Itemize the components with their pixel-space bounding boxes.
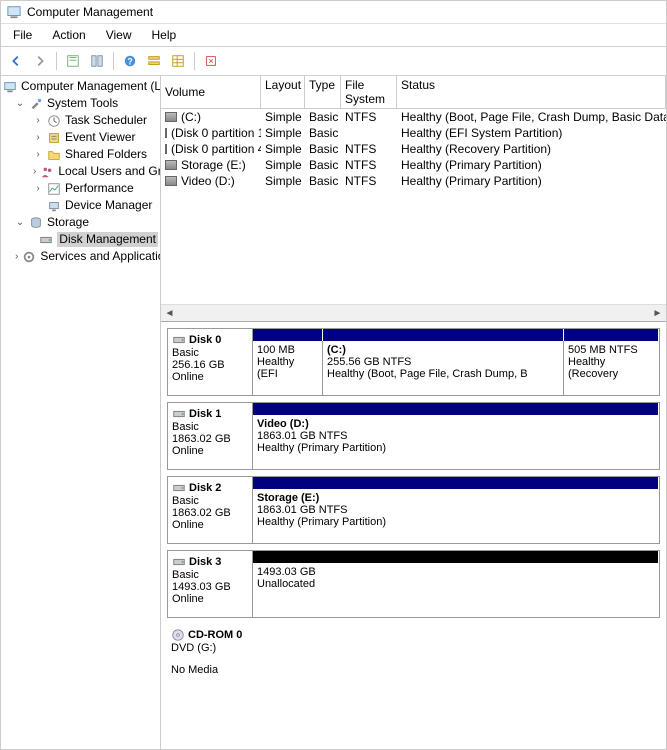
volume-row[interactable]: Storage (E:) Simple Basic NTFS Healthy (… bbox=[161, 157, 666, 173]
cdrom-status: No Media bbox=[171, 664, 656, 676]
action-button[interactable] bbox=[200, 50, 222, 72]
forward-button[interactable] bbox=[29, 50, 51, 72]
disk-icon bbox=[172, 333, 186, 347]
svg-text:?: ? bbox=[127, 57, 132, 67]
disk-info: Disk 3 Basic1493.03 GBOnline bbox=[168, 551, 253, 617]
volume-list[interactable]: Volume Layout Type File System Status (C… bbox=[161, 76, 666, 321]
services-icon bbox=[22, 250, 36, 264]
partition[interactable]: Video (D:)1863.01 GB NTFSHealthy (Primar… bbox=[253, 415, 659, 469]
properties-button[interactable] bbox=[86, 50, 108, 72]
expand-icon[interactable]: › bbox=[33, 113, 43, 128]
folder-icon bbox=[47, 148, 61, 162]
event-icon bbox=[47, 131, 61, 145]
disk-icon bbox=[39, 233, 53, 247]
device-icon bbox=[47, 199, 61, 213]
tree-services[interactable]: › Services and Applications bbox=[1, 248, 160, 265]
col-type[interactable]: Type bbox=[305, 76, 341, 108]
partition[interactable]: 100 MBHealthy (EFI bbox=[253, 341, 323, 395]
expand-icon[interactable]: ⌄ bbox=[15, 96, 25, 111]
tree-performance[interactable]: ›Performance bbox=[1, 180, 160, 197]
nav-tree[interactable]: Computer Management (Local ⌄ System Tool… bbox=[1, 76, 161, 750]
tree-system-tools[interactable]: ⌄ System Tools bbox=[1, 95, 160, 112]
volume-list-header[interactable]: Volume Layout Type File System Status bbox=[161, 76, 666, 109]
tree-device-manager[interactable]: Device Manager bbox=[1, 197, 160, 214]
view-detail-button[interactable] bbox=[167, 50, 189, 72]
back-button[interactable] bbox=[5, 50, 27, 72]
volume-row[interactable]: (C:) Simple Basic NTFS Healthy (Boot, Pa… bbox=[161, 109, 666, 125]
disk-info: Disk 2 Basic1863.02 GBOnline bbox=[168, 477, 253, 543]
volume-row[interactable]: (Disk 0 partition 1) Simple Basic Health… bbox=[161, 125, 666, 141]
expand-icon[interactable]: › bbox=[33, 164, 36, 179]
toolbar: ? bbox=[1, 47, 666, 76]
tree-local-users[interactable]: ›Local Users and Groups bbox=[1, 163, 160, 180]
expand-icon[interactable]: › bbox=[33, 147, 43, 162]
horizontal-scrollbar[interactable]: ◄ ► bbox=[161, 304, 666, 321]
disk-info: Disk 1 Basic1863.02 GBOnline bbox=[168, 403, 253, 469]
storage-icon bbox=[29, 216, 43, 230]
view-list-button[interactable] bbox=[143, 50, 165, 72]
tree-disk-management[interactable]: Disk Management bbox=[1, 231, 160, 248]
col-layout[interactable]: Layout bbox=[261, 76, 305, 108]
menu-file[interactable]: File bbox=[5, 26, 40, 44]
menu-action[interactable]: Action bbox=[44, 26, 93, 44]
tree-shared-folders[interactable]: ›Shared Folders bbox=[1, 146, 160, 163]
disk-info: Disk 0 Basic256.16 GBOnline bbox=[168, 329, 253, 395]
partition[interactable]: 1493.03 GBUnallocated bbox=[253, 563, 659, 617]
disk-row[interactable]: Disk 1 Basic1863.02 GBOnlineVideo (D:)18… bbox=[167, 402, 660, 470]
help-button[interactable]: ? bbox=[119, 50, 141, 72]
tree-task-scheduler[interactable]: ›Task Scheduler bbox=[1, 112, 160, 129]
partition[interactable]: (C:)255.56 GB NTFSHealthy (Boot, Page Fi… bbox=[323, 341, 564, 395]
partition[interactable]: Storage (E:)1863.01 GB NTFSHealthy (Prim… bbox=[253, 489, 659, 543]
expand-icon[interactable]: › bbox=[33, 181, 43, 196]
menu-help[interactable]: Help bbox=[144, 26, 185, 44]
disk-icon bbox=[172, 555, 186, 569]
volume-row[interactable]: Video (D:) Simple Basic NTFS Healthy (Pr… bbox=[161, 173, 666, 189]
disk-icon bbox=[172, 481, 186, 495]
tree-root[interactable]: Computer Management (Local bbox=[1, 78, 160, 95]
disk-icon bbox=[172, 407, 186, 421]
clock-icon bbox=[47, 114, 61, 128]
volume-icon bbox=[165, 144, 167, 154]
col-status[interactable]: Status bbox=[397, 76, 666, 108]
volume-icon bbox=[165, 128, 167, 138]
toolbar-separator bbox=[113, 52, 114, 70]
volume-row[interactable]: (Disk 0 partition 4) Simple Basic NTFS H… bbox=[161, 141, 666, 157]
col-volume[interactable]: Volume bbox=[161, 76, 261, 108]
disk-row[interactable]: Disk 2 Basic1863.02 GBOnlineStorage (E:)… bbox=[167, 476, 660, 544]
volume-icon bbox=[165, 160, 177, 170]
cdrom-row[interactable]: CD-ROM 0 DVD (G:) No Media bbox=[167, 624, 660, 680]
tree-storage[interactable]: ⌄ Storage bbox=[1, 214, 160, 231]
toolbar-separator bbox=[56, 52, 57, 70]
app-icon bbox=[7, 5, 21, 19]
users-icon bbox=[40, 165, 54, 179]
expand-icon[interactable]: › bbox=[15, 249, 18, 264]
disk-row[interactable]: Disk 3 Basic1493.03 GBOnline1493.03 GBUn… bbox=[167, 550, 660, 618]
perf-icon bbox=[47, 182, 61, 196]
tools-icon bbox=[29, 97, 43, 111]
tree-event-viewer[interactable]: ›Event Viewer bbox=[1, 129, 160, 146]
volume-icon bbox=[165, 176, 177, 186]
scroll-left-icon[interactable]: ◄ bbox=[161, 308, 178, 319]
col-filesystem[interactable]: File System bbox=[341, 76, 397, 108]
computer-icon bbox=[3, 80, 17, 94]
menubar: File Action View Help bbox=[1, 24, 666, 47]
partition[interactable]: 505 MB NTFSHealthy (Recovery bbox=[564, 341, 659, 395]
window-title: Computer Management bbox=[27, 5, 153, 19]
expand-icon[interactable]: ⌄ bbox=[15, 215, 25, 230]
scroll-right-icon[interactable]: ► bbox=[649, 308, 666, 319]
cdrom-type: DVD (G:) bbox=[171, 642, 656, 654]
disk-row[interactable]: Disk 0 Basic256.16 GBOnline100 MBHealthy… bbox=[167, 328, 660, 396]
refresh-button[interactable] bbox=[62, 50, 84, 72]
expand-icon[interactable]: › bbox=[33, 130, 43, 145]
titlebar: Computer Management bbox=[1, 1, 666, 24]
disk-graphical-view[interactable]: Disk 0 Basic256.16 GBOnline100 MBHealthy… bbox=[161, 321, 666, 750]
toolbar-separator bbox=[194, 52, 195, 70]
menu-view[interactable]: View bbox=[98, 26, 140, 44]
cd-icon bbox=[171, 628, 185, 642]
volume-icon bbox=[165, 112, 177, 122]
